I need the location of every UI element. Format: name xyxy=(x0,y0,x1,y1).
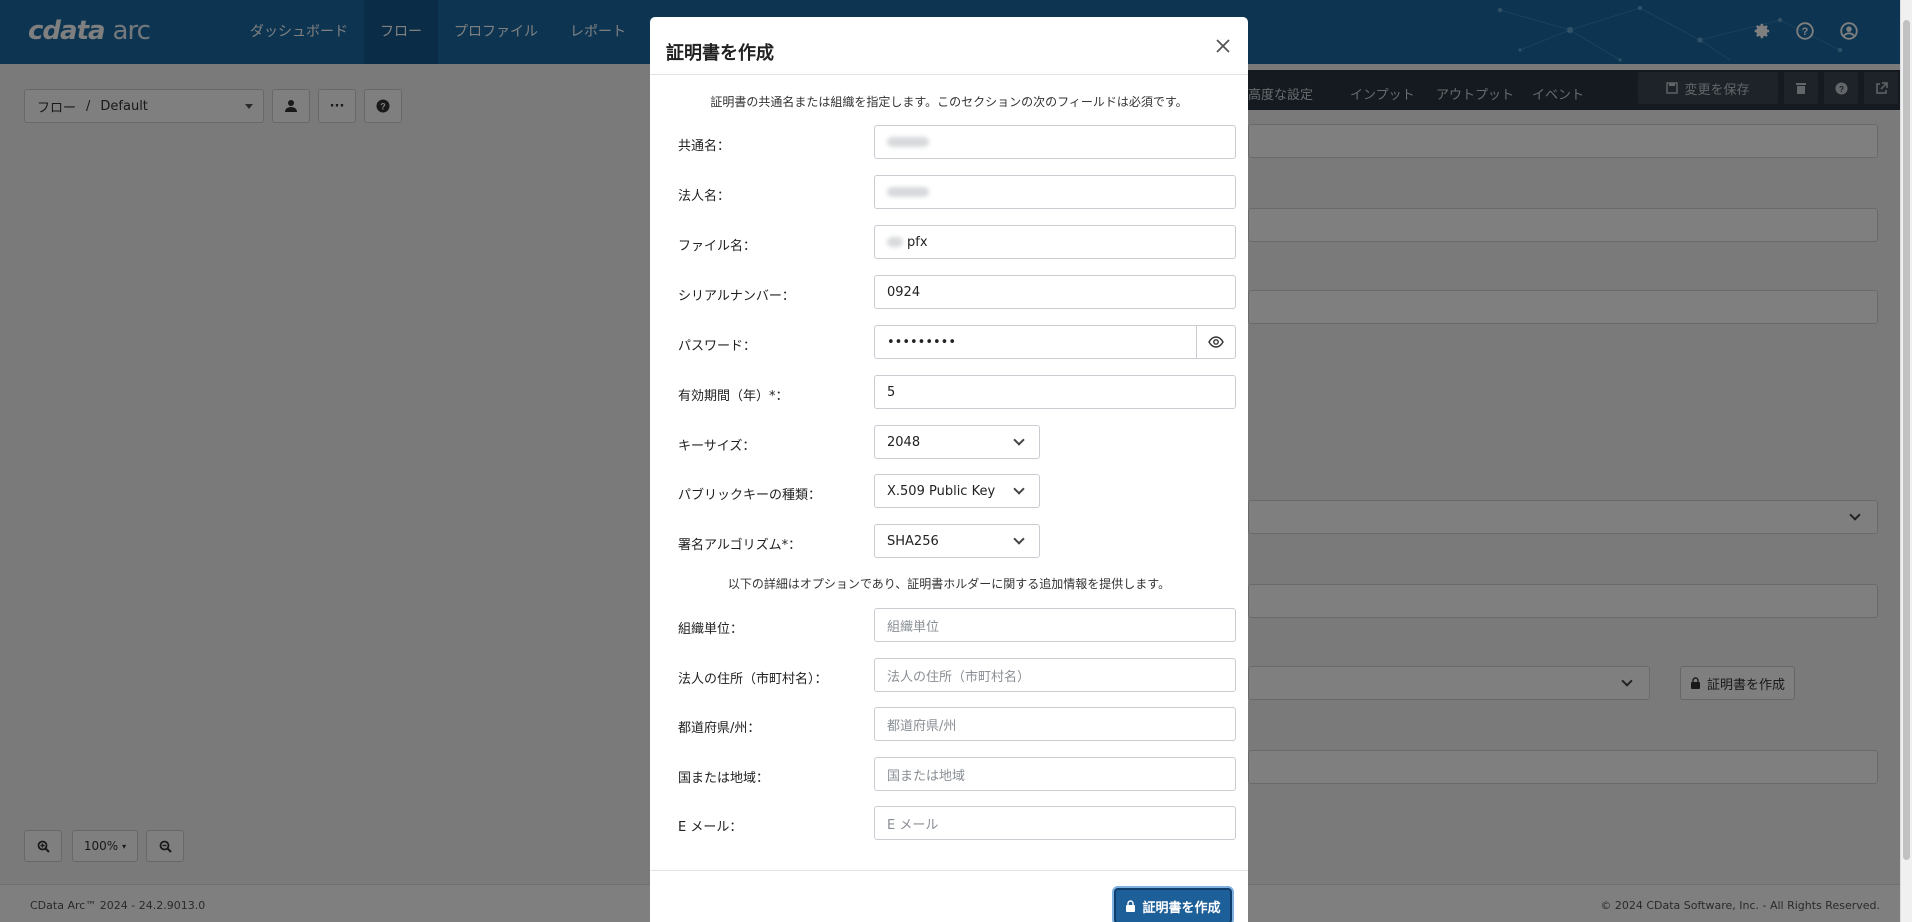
validity-label: 有効期間（年）*： xyxy=(678,389,789,404)
key-size-select[interactable]: 2048 xyxy=(874,425,1040,459)
password-input[interactable]: ••••••••• xyxy=(874,325,1236,359)
dialog-title: 証明書を作成 xyxy=(666,43,774,64)
scrollbar-thumb[interactable] xyxy=(1903,20,1910,860)
lock-icon xyxy=(1126,900,1136,912)
common-name-input[interactable] xyxy=(874,125,1236,159)
redacted-value xyxy=(887,137,929,147)
chevron-down-icon xyxy=(1013,483,1025,495)
chevron-down-icon xyxy=(1013,434,1025,446)
signature-algorithm-select[interactable]: SHA256 xyxy=(874,524,1040,558)
eye-icon xyxy=(1208,336,1224,348)
country-label: 国または地域： xyxy=(678,771,770,786)
email-input[interactable]: E メール xyxy=(874,806,1236,840)
org-unit-label: 組織単位： xyxy=(678,622,744,637)
signature-algorithm-value: SHA256 xyxy=(887,533,939,549)
create-certificate-dialog: 証明書を作成 証明書の共通名または組織を指定します。このセクションの次のフィール… xyxy=(650,17,1248,922)
header-divider xyxy=(650,74,1248,75)
state-label: 都道府県/州： xyxy=(678,721,761,736)
password-label: パスワード： xyxy=(678,339,757,354)
serial-number-input[interactable]: 0924 xyxy=(874,275,1236,309)
state-input[interactable]: 都道府県/州 xyxy=(874,707,1236,741)
key-size-label: キーサイズ： xyxy=(678,439,756,454)
key-size-value: 2048 xyxy=(887,434,921,450)
file-name-suffix: pfx xyxy=(907,234,928,250)
submit-label: 証明書を作成 xyxy=(1142,900,1221,916)
required-description: 証明書の共通名または組織を指定します。このセクションの次のフィールドは必須です。 xyxy=(710,95,1188,109)
footer-divider xyxy=(650,870,1248,871)
locality-label: 法人の住所（市町村名）： xyxy=(678,672,828,687)
redacted-value xyxy=(887,237,903,247)
email-label: E メール： xyxy=(678,820,743,835)
signature-algorithm-label: 署名アルゴリズム*： xyxy=(678,538,802,553)
password-value: ••••••••• xyxy=(887,334,957,350)
redacted-value xyxy=(887,187,929,197)
show-password-button[interactable] xyxy=(1196,326,1235,358)
file-name-input[interactable]: pfx xyxy=(874,225,1236,259)
optional-description: 以下の詳細はオプションであり、証明書ホルダーに関する追加情報を提供します。 xyxy=(727,577,1171,591)
locality-input[interactable]: 法人の住所（市町村名） xyxy=(874,658,1236,692)
country-input[interactable]: 国または地域 xyxy=(874,757,1236,791)
chevron-down-icon xyxy=(1013,533,1025,545)
create-certificate-submit-button[interactable]: 証明書を作成 xyxy=(1114,888,1232,922)
public-key-type-select[interactable]: X.509 Public Key xyxy=(874,474,1040,508)
public-key-type-value: X.509 Public Key xyxy=(887,483,996,499)
serial-number-label: シリアルナンバー： xyxy=(678,289,795,304)
validity-input[interactable]: 5 xyxy=(874,375,1236,409)
organization-input[interactable] xyxy=(874,175,1236,209)
public-key-type-label: パブリックキーの種類： xyxy=(678,488,822,503)
page-scrollbar[interactable] xyxy=(1900,0,1912,922)
file-name-label: ファイル名： xyxy=(678,239,757,254)
org-unit-input[interactable]: 組織単位 xyxy=(874,608,1236,642)
organization-label: 法人名： xyxy=(678,189,731,204)
close-icon[interactable] xyxy=(1212,35,1234,57)
common-name-label: 共通名： xyxy=(678,139,731,154)
